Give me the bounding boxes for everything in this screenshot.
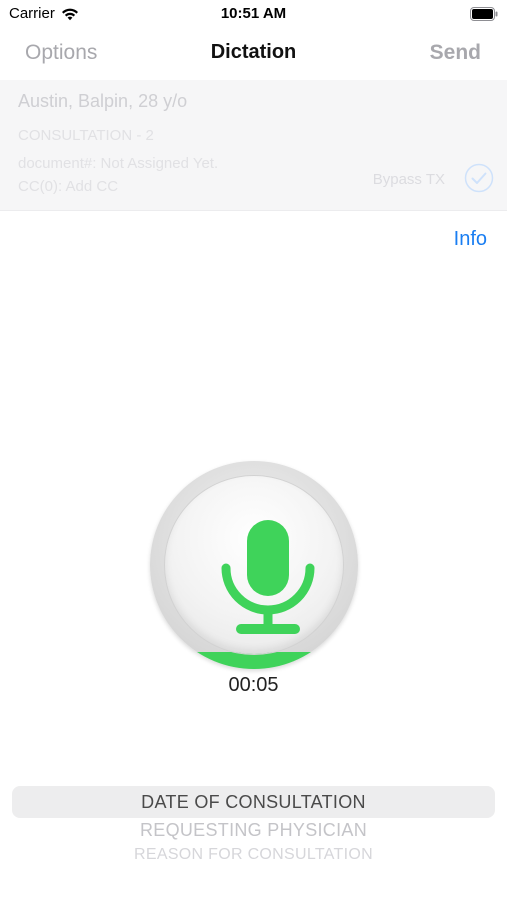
patient-name: Austin, Balpin, 28 y/o xyxy=(18,91,188,111)
add-cc-link[interactable]: CC(0): Add CC xyxy=(18,178,118,195)
record-button[interactable] xyxy=(150,461,358,669)
recording-timer: 00:05 xyxy=(228,674,279,696)
options-button[interactable]: Options xyxy=(25,41,97,65)
patient-info-panel: Austin, Balpin, 28 y/o CONSULTATION - 2 … xyxy=(0,80,507,211)
record-button-face xyxy=(165,476,343,654)
checkmark-circle-icon[interactable] xyxy=(464,163,494,193)
bypass-tx-label: Bypass TX xyxy=(372,171,445,188)
info-link[interactable]: Info xyxy=(454,228,487,251)
navigation-bar: Options Dictation Send xyxy=(0,30,507,76)
status-bar: Carrier 10:51 AM xyxy=(0,0,507,28)
dictation-screen: Carrier 10:51 AM Options Dictation Send … xyxy=(0,0,507,900)
audio-level-fill xyxy=(150,652,358,669)
battery-icon xyxy=(470,7,498,21)
status-time: 10:51 AM xyxy=(220,5,287,22)
document-number: document#: Not Assigned Yet. xyxy=(18,155,219,172)
consultation-type: CONSULTATION - 2 xyxy=(18,127,154,144)
microphone-icon xyxy=(221,520,315,634)
send-button[interactable]: Send xyxy=(430,41,481,65)
section-picker[interactable]: DATE OF CONSULTATION REQUESTING PHYSICIA… xyxy=(0,780,507,870)
picker-item-requesting-physician[interactable]: REQUESTING PHYSICIAN xyxy=(0,820,507,841)
picker-item-date-of-consultation[interactable]: DATE OF CONSULTATION xyxy=(0,792,507,813)
picker-item-reason-for-consultation[interactable]: REASON FOR CONSULTATION xyxy=(0,846,507,864)
